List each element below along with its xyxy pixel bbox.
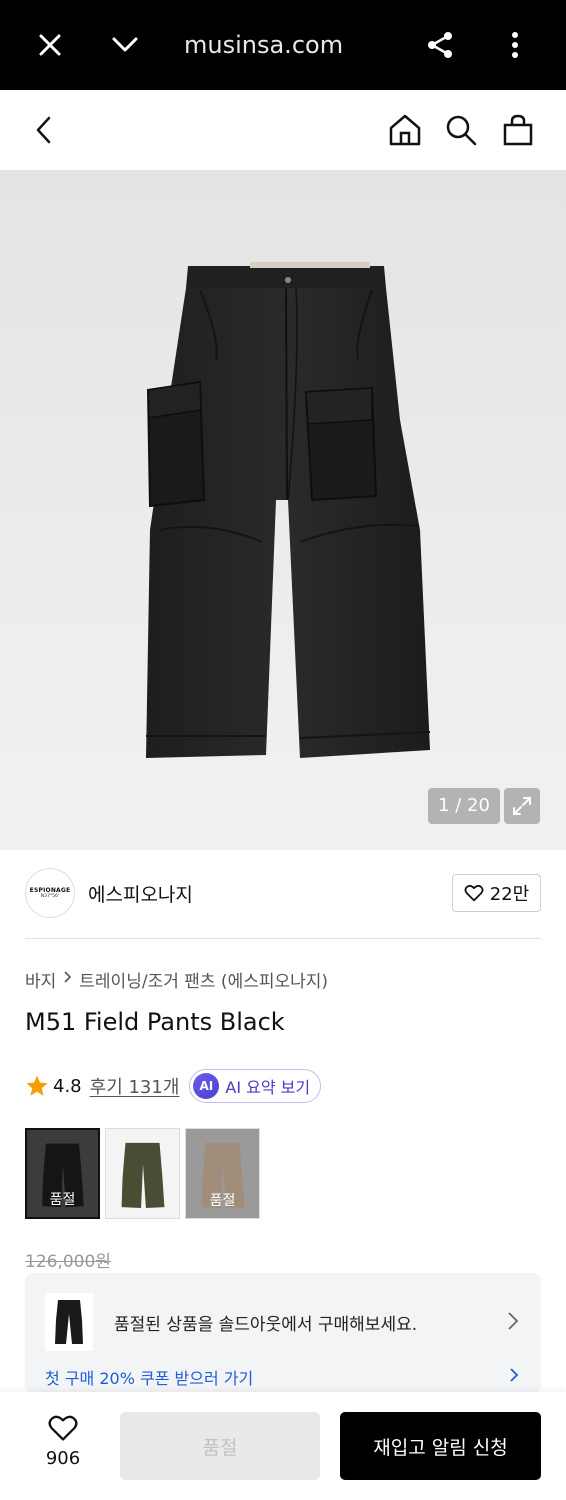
back-icon[interactable]	[25, 111, 63, 149]
breadcrumb-separator	[63, 969, 72, 989]
soldout-button: 품절	[120, 1412, 320, 1480]
brand-row: ESPIONAGE N37°56' 에스피오나지 22만	[25, 868, 541, 920]
chevron-right-icon	[509, 1367, 519, 1387]
home-icon[interactable]	[386, 111, 424, 149]
brand-logo-text: ESPIONAGE	[29, 887, 71, 894]
product-image-gallery[interactable]: 1 / 20	[0, 170, 566, 850]
breadcrumb-subcategory[interactable]: 트레이닝/조거 팬츠 (에스피오나지)	[79, 967, 328, 992]
ai-summary-label: AI 요약 보기	[225, 1078, 311, 1097]
divider	[25, 938, 541, 939]
soldout-label: 품절	[209, 1193, 236, 1209]
breadcrumb: 바지 트레이닝/조거 팬츠 (에스피오나지)	[25, 966, 328, 992]
url-text[interactable]: musinsa.com	[184, 28, 343, 62]
product-image	[146, 262, 431, 758]
brand-like-button[interactable]: 22만	[452, 874, 541, 912]
restock-alert-button[interactable]: 재입고 알림 신청	[340, 1412, 541, 1480]
image-counter: 1 / 20	[428, 788, 500, 824]
brand-logo[interactable]: ESPIONAGE N37°56'	[25, 868, 75, 918]
more-vert-icon[interactable]	[498, 28, 532, 62]
chevron-right-icon	[507, 1311, 519, 1335]
original-price: 126,000원	[25, 1252, 111, 1272]
soldout-banner[interactable]: 품절된 상품을 솔드아웃에서 구매해보세요. 첫 구매 20% 쿠폰 받으러 가…	[25, 1273, 541, 1393]
breadcrumb-category[interactable]: 바지	[25, 967, 56, 992]
close-icon[interactable]	[33, 28, 67, 62]
shopping-bag-icon[interactable]	[499, 111, 537, 149]
wishlist-count: 906	[45, 1448, 81, 1469]
banner-text: 품절된 상품을 솔드아웃에서 구매해보세요.	[114, 1315, 418, 1335]
color-swatch-black[interactable]: 품절	[25, 1128, 100, 1219]
brand-logo-subtext: N37°56'	[40, 894, 60, 899]
rating-score: 4.8	[53, 1075, 82, 1097]
search-icon[interactable]	[442, 111, 480, 149]
brand-like-count: 22만	[489, 884, 530, 905]
product-title: M51 Field Pants Black	[25, 1008, 285, 1036]
expand-icon[interactable]	[504, 788, 540, 824]
banner-thumbnail	[45, 1293, 93, 1351]
brand-name[interactable]: 에스피오나지	[88, 880, 193, 907]
rating-row: 4.8 후기 131개 AI AI 요약 보기	[25, 1068, 322, 1104]
ai-summary-button[interactable]: AI AI 요약 보기	[189, 1069, 322, 1103]
color-options: 품절 품절	[25, 1128, 260, 1220]
bottom-action-bar: 906 품절 재입고 알림 신청	[0, 1392, 566, 1500]
chevron-right-icon	[64, 971, 72, 983]
browser-bar: musinsa.com	[0, 0, 566, 90]
coupon-link-text[interactable]: 첫 구매 20% 쿠폰 받으러 가기	[45, 1365, 253, 1389]
wishlist-button[interactable]: 906	[36, 1414, 90, 1469]
color-swatch-beige[interactable]: 품절	[185, 1128, 260, 1219]
star-icon	[26, 1075, 48, 1096]
heart-icon	[48, 1415, 78, 1441]
chevron-down-icon[interactable]	[108, 28, 142, 62]
review-count-link[interactable]: 후기 131개	[90, 1073, 180, 1099]
soldout-label: 품절	[49, 1192, 76, 1208]
app-header	[0, 90, 566, 170]
share-icon[interactable]	[423, 28, 457, 62]
color-swatch-olive[interactable]	[105, 1128, 180, 1219]
heart-icon	[464, 884, 484, 902]
ai-badge-icon: AI	[193, 1073, 220, 1099]
